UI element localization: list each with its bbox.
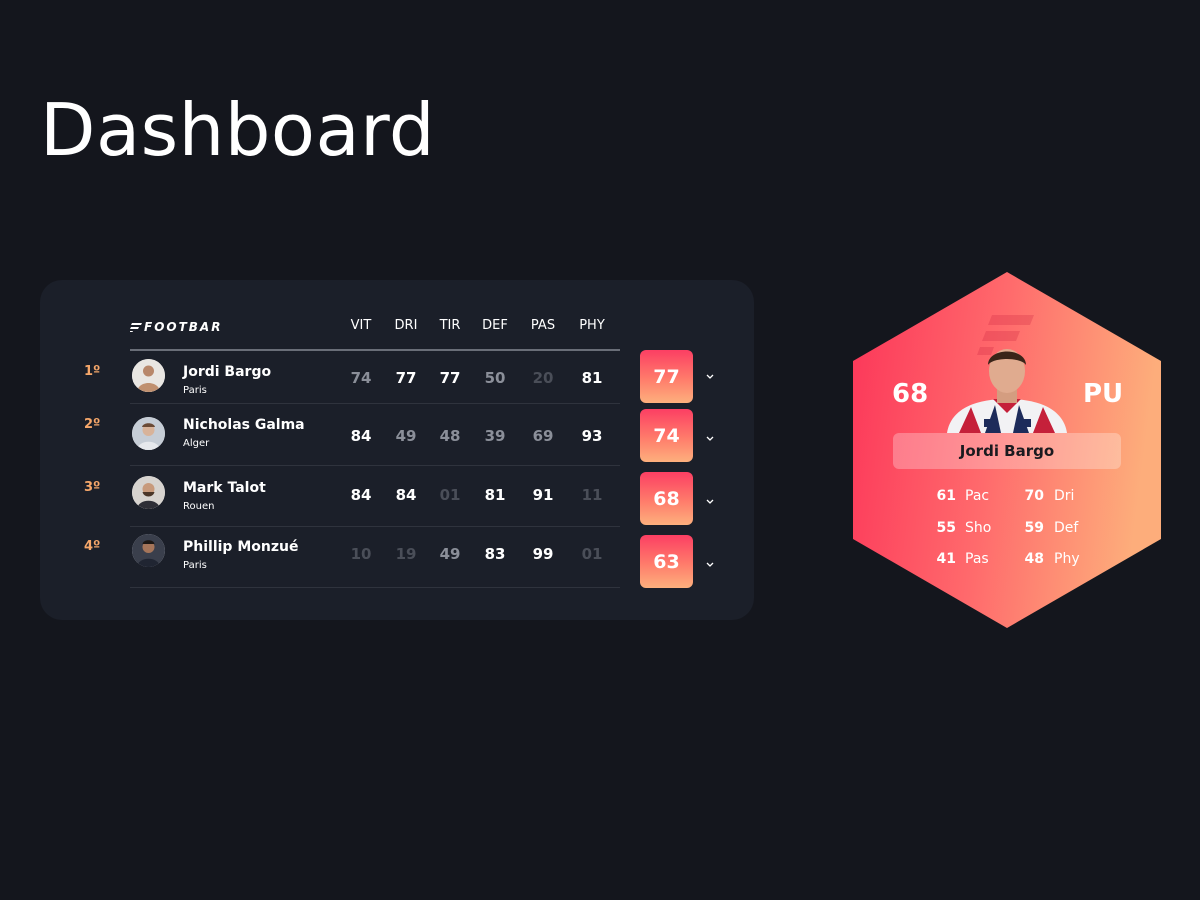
stat-phy: 81: [581, 369, 603, 387]
column-header-phy[interactable]: PHY: [570, 318, 614, 333]
table-row[interactable]: 3º Mark Talot Rouen 84 84 01 81 91 11 68: [40, 466, 754, 528]
stat-pas: 99: [532, 545, 554, 563]
card-stat-label: Def: [1054, 520, 1079, 536]
column-header-pas[interactable]: PAS: [521, 318, 565, 333]
logo-text: FOOTBAR: [144, 320, 223, 334]
stat-dri: 49: [395, 427, 417, 445]
table-row[interactable]: 4º Phillip Monzué Paris 10 19 49 83 99 0…: [40, 527, 754, 589]
chevron-down-icon[interactable]: [704, 558, 716, 570]
player-city: Paris: [183, 560, 207, 571]
avatar: [132, 359, 165, 392]
stat-phy: 01: [581, 545, 603, 563]
avatar: [132, 476, 165, 509]
stat-def: 50: [484, 369, 506, 387]
overall-score-badge: 77: [640, 350, 693, 403]
card-rating: 68: [892, 379, 929, 409]
player-name[interactable]: Phillip Monzué: [183, 539, 298, 555]
stat-tir: 77: [439, 369, 461, 387]
chevron-down-icon[interactable]: [704, 370, 716, 382]
player-city: Rouen: [183, 501, 215, 512]
player-card[interactable]: 68 PU Jordi Bargo 61 Pac 70 Dri 55 Sho 5…: [852, 271, 1162, 629]
rank-label: 4º: [84, 539, 101, 554]
overall-score-badge: 68: [640, 472, 693, 525]
stat-phy: 11: [581, 486, 603, 504]
card-player-name: Jordi Bargo: [893, 433, 1121, 469]
column-header-tir[interactable]: TIR: [428, 318, 472, 333]
stat-vit: 84: [350, 427, 372, 445]
stat-dri: 19: [395, 545, 417, 563]
player-city: Paris: [183, 385, 207, 396]
stat-vit: 10: [350, 545, 372, 563]
player-photo: [947, 349, 1067, 433]
footbar-logo: FOOTBAR: [130, 320, 222, 334]
stat-tir: 49: [439, 545, 461, 563]
stat-phy: 93: [581, 427, 603, 445]
ranking-card: FOOTBAR VIT DRI TIR DEF PAS PHY 1º Jordi…: [40, 280, 754, 620]
card-stat-value: 48: [1024, 551, 1044, 567]
table-row[interactable]: 1º Jordi Bargo Paris 74 77 77 50 20 81 7…: [40, 350, 754, 404]
player-name[interactable]: Jordi Bargo: [183, 364, 271, 380]
stat-tir: 01: [439, 486, 461, 504]
chevron-down-icon[interactable]: [704, 432, 716, 444]
stat-def: 81: [484, 486, 506, 504]
overall-score-badge: 63: [640, 535, 693, 588]
stat-pas: 20: [532, 369, 554, 387]
stat-vit: 74: [350, 369, 372, 387]
rank-label: 1º: [84, 364, 101, 379]
page-title: Dashboard: [40, 88, 436, 172]
card-position: PU: [1083, 379, 1124, 409]
card-stat-value: 41: [936, 551, 956, 567]
player-name[interactable]: Mark Talot: [183, 480, 266, 496]
column-header-vit[interactable]: VIT: [339, 318, 383, 333]
stat-def: 83: [484, 545, 506, 563]
stat-vit: 84: [350, 486, 372, 504]
card-stat-value: 55: [936, 520, 956, 536]
avatar: [132, 417, 165, 450]
rank-label: 2º: [84, 417, 101, 432]
chevron-down-icon[interactable]: [704, 495, 716, 507]
stat-dri: 84: [395, 486, 417, 504]
footbar-logo-icon: [130, 323, 142, 332]
stat-def: 39: [484, 427, 506, 445]
stat-pas: 91: [532, 486, 554, 504]
card-stat-label: Pas: [965, 551, 989, 567]
stat-tir: 48: [439, 427, 461, 445]
player-city: Alger: [183, 438, 210, 449]
row-divider: [130, 587, 620, 588]
player-name[interactable]: Nicholas Galma: [183, 417, 305, 433]
card-stat-label: Dri: [1054, 488, 1075, 504]
column-header-dri[interactable]: DRI: [384, 318, 428, 333]
rank-label: 3º: [84, 480, 101, 495]
stat-pas: 69: [532, 427, 554, 445]
card-stat-value: 70: [1024, 488, 1044, 504]
stat-dri: 77: [395, 369, 417, 387]
card-stat-value: 61: [936, 488, 956, 504]
avatar: [132, 534, 165, 567]
card-stat-label: Phy: [1054, 551, 1080, 567]
card-stat-value: 59: [1024, 520, 1044, 536]
card-stat-label: Pac: [965, 488, 990, 504]
overall-score-badge: 74: [640, 409, 693, 462]
card-stat-label: Sho: [965, 520, 992, 536]
table-row[interactable]: 2º Nicholas Galma Alger 84 49 48 39 69 9…: [40, 404, 754, 466]
column-header-def[interactable]: DEF: [473, 318, 517, 333]
